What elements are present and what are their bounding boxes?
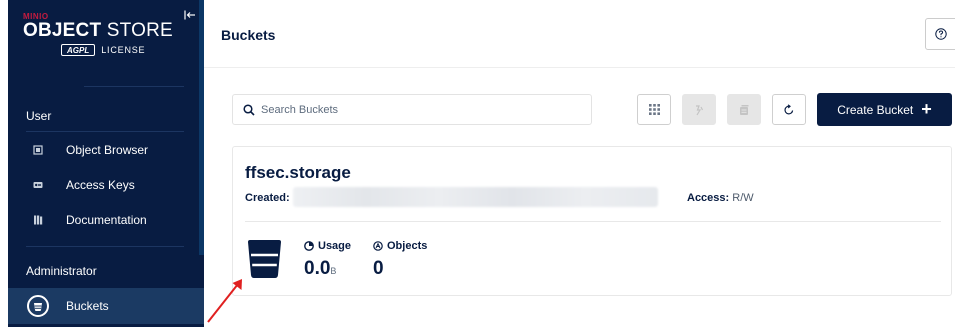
card-divider (245, 221, 941, 222)
grid-icon (648, 104, 660, 115)
sidebar-item-access-keys[interactable]: Access Keys (8, 168, 204, 202)
sidebar-item-label: Buckets (66, 299, 109, 313)
objects-label: Objects (387, 240, 428, 252)
sidebar-item-documentation[interactable]: Documentation (8, 203, 204, 237)
bucket-name[interactable]: ffsec.storage (245, 163, 351, 183)
objects-icon (373, 241, 383, 251)
search-input[interactable] (261, 95, 581, 124)
access-info: Access: R/W (687, 192, 754, 204)
sidebar-item-label: Access Keys (66, 178, 135, 192)
grid-view-button[interactable] (637, 94, 671, 125)
access-label: Access: (687, 192, 730, 204)
brand-divider (84, 86, 184, 87)
set-replication-button[interactable] (682, 94, 716, 125)
section-divider (26, 131, 184, 132)
replication-icon (696, 104, 704, 115)
bucket-icon (27, 295, 49, 317)
refresh-button[interactable] (772, 94, 806, 125)
refresh-icon (784, 103, 794, 114)
sidebar-item-label: Documentation (66, 213, 147, 227)
page-header: Buckets (204, 0, 955, 68)
brand-logo: MINIO OBJECT STORE AGPL LICENSE (23, 12, 193, 56)
help-button[interactable] (925, 18, 955, 50)
usage-value: 0.0B (304, 258, 337, 279)
documentation-icon (34, 215, 43, 225)
bucket-card[interactable]: ffsec.storage Created: Access: R/W Usage… (232, 146, 952, 296)
objects-header: Objects (373, 240, 427, 252)
created-date-redacted (293, 187, 658, 207)
usage-label: Usage (318, 240, 352, 252)
objects-value: 0 (373, 258, 384, 279)
annotation-arrow-icon (207, 279, 242, 323)
bucket-icon (248, 240, 281, 278)
agpl-badge: AGPL (61, 44, 96, 56)
sidebar-section-user: User (26, 109, 52, 123)
brand-title: OBJECT STORE (23, 20, 173, 41)
sidebar-item-label: Object Browser (66, 143, 149, 157)
pie-chart-icon (304, 241, 314, 251)
create-bucket-label: Create Bucket (837, 102, 914, 117)
page-title: Buckets (221, 27, 276, 43)
license-label: LICENSE (101, 45, 146, 55)
created-label: Created: (245, 192, 290, 204)
sidebar-item-buckets[interactable]: Buckets (8, 288, 204, 324)
plus-icon: + (921, 99, 932, 119)
create-bucket-button[interactable]: Create Bucket + (817, 93, 952, 126)
object-browser-icon (33, 145, 43, 155)
sidebar-section-administrator: Administrator (26, 264, 97, 278)
usage-unit: B (330, 266, 337, 276)
search-icon (243, 104, 255, 116)
lifecycle-icon (740, 104, 749, 115)
brand-license: AGPL LICENSE (61, 44, 193, 56)
access-keys-icon (33, 182, 43, 188)
usage-stat: Usage 0.0B (304, 240, 351, 280)
search-box (232, 94, 592, 125)
section-divider (26, 246, 184, 247)
objects-stat: Objects 0 (373, 240, 427, 280)
set-lifecycle-button[interactable] (727, 94, 761, 125)
access-value: R/W (732, 192, 754, 204)
sidebar-item-object-browser[interactable]: Object Browser (8, 133, 204, 167)
help-icon (935, 28, 947, 40)
collapse-sidebar-icon[interactable] (184, 10, 196, 20)
usage-header: Usage (304, 240, 351, 252)
